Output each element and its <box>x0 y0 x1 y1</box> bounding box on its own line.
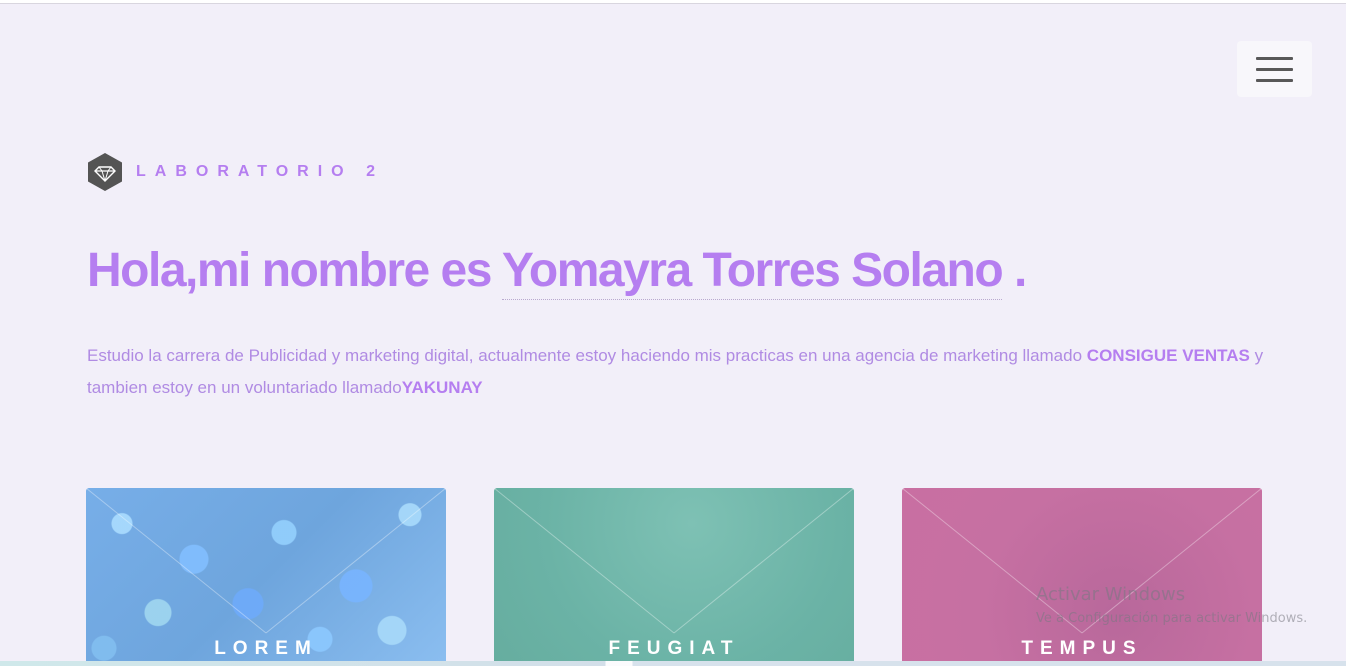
intro-paragraph: Estudio la carrera de Publicidad y marke… <box>87 340 1267 404</box>
menu-line <box>1256 78 1293 82</box>
hero-heading: Hola,mi nombre es Yomayra Torres Solano … <box>87 243 1027 300</box>
menu-line <box>1256 67 1293 71</box>
hamburger-menu-icon[interactable] <box>1237 41 1312 97</box>
hero-greeting: Hola,mi nombre es <box>87 244 492 297</box>
intro-highlight-consigue-ventas: CONSIGUE VENTAS <box>1086 346 1250 365</box>
card-feugiat[interactable]: FEUGIAT <box>494 488 854 666</box>
card-label: LOREM <box>214 638 318 659</box>
card-tempus[interactable]: TEMPUS <box>902 488 1262 666</box>
intro-highlight-yakunay: YAKUNAY <box>401 378 483 397</box>
top-border <box>0 0 1346 4</box>
hero-name: Yomayra Torres Solano <box>501 244 1004 300</box>
watermark-title: Activar Windows <box>1036 584 1186 605</box>
intro-text-1: Estudio la carrera de Publicidad y marke… <box>87 346 1083 365</box>
windows-activation-watermark: Activar Windows Ve a Configuración para … <box>1036 584 1307 626</box>
brand-title: LABORATORIO 2 <box>136 163 384 180</box>
card-lorem[interactable]: LOREM <box>86 488 446 666</box>
hero-period: . <box>1014 244 1027 297</box>
card-label: TEMPUS <box>1021 638 1143 659</box>
diamond-hexagon-icon <box>88 153 122 191</box>
menu-line <box>1256 56 1293 60</box>
bottom-strip <box>0 661 1346 666</box>
site-logo[interactable]: LABORATORIO 2 <box>87 152 384 192</box>
watermark-subtitle: Ve a Configuración para activar Windows. <box>1036 611 1308 626</box>
card-label: FEUGIAT <box>608 638 740 659</box>
